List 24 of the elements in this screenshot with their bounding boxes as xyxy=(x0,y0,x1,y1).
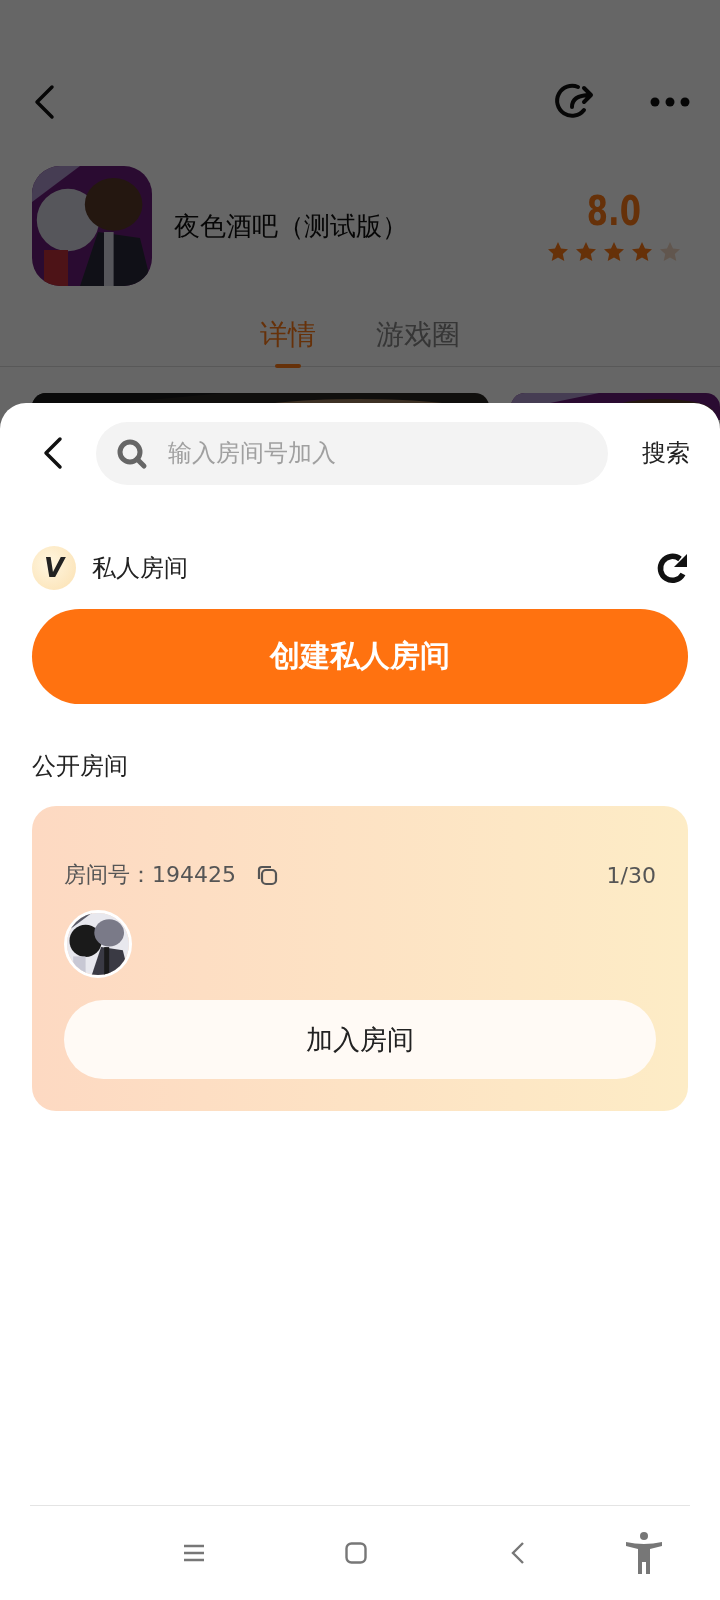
star-icon xyxy=(546,240,570,264)
star-icon xyxy=(658,240,682,264)
occupancy-count: 1/30 xyxy=(606,862,656,888)
back-icon[interactable] xyxy=(42,436,64,470)
search-field[interactable]: 输入房间号加入 xyxy=(96,421,608,485)
create-room-button[interactable]: 创建私人房间 xyxy=(32,609,688,704)
join-room-button[interactable]: 加入房间 xyxy=(64,1000,656,1079)
search-button[interactable]: 搜索 xyxy=(642,437,690,469)
vip-badge: V xyxy=(32,546,76,590)
menu-icon[interactable] xyxy=(183,1544,205,1562)
refresh-icon[interactable] xyxy=(656,551,690,585)
more-icon[interactable] xyxy=(650,97,690,107)
star-icon xyxy=(602,240,626,264)
app-title: 夜色酒吧（测试版） xyxy=(174,209,409,243)
home-icon[interactable] xyxy=(345,1542,367,1564)
section-title: 私人房间 xyxy=(92,553,189,584)
rating-score: 8.0 xyxy=(586,188,642,234)
accessibility-icon[interactable] xyxy=(625,1532,663,1574)
search-icon xyxy=(116,437,148,470)
section-title: 公开房间 xyxy=(32,751,129,782)
room-number: 房间号：194425 xyxy=(64,861,236,889)
star-icon xyxy=(574,240,598,264)
copy-icon[interactable] xyxy=(256,864,278,886)
star-icon xyxy=(630,240,654,264)
